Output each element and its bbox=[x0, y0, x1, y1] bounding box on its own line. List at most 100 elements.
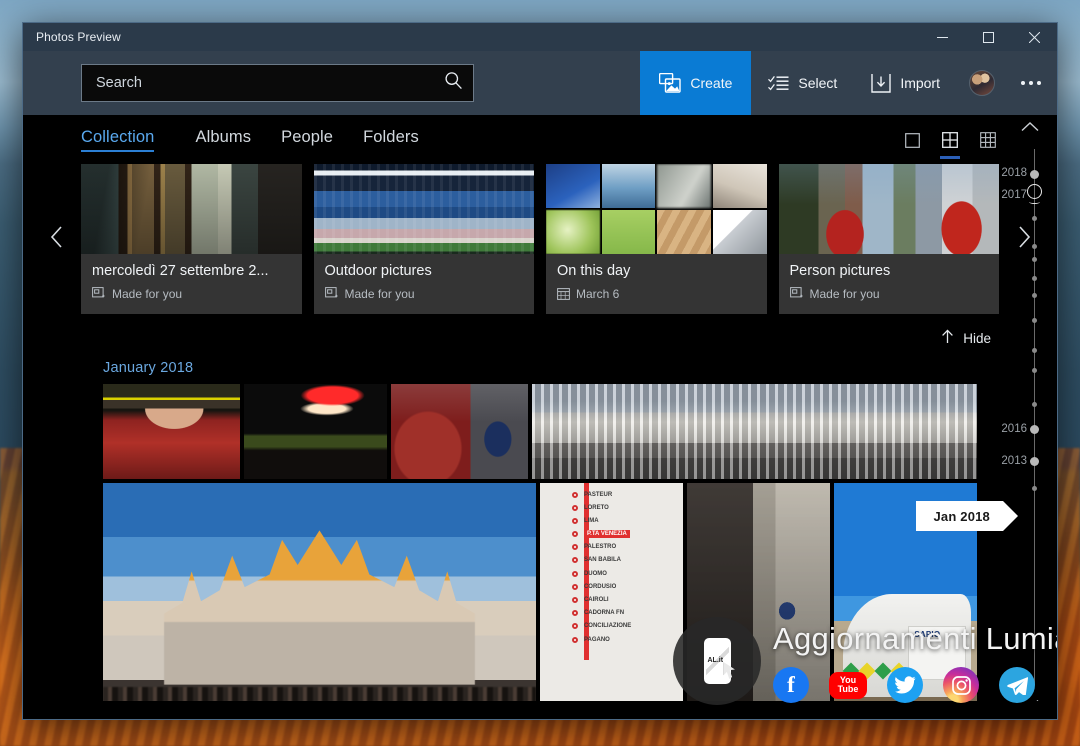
medium-grid-view-button[interactable] bbox=[935, 125, 965, 159]
square-icon bbox=[904, 132, 920, 148]
scrubber-tick bbox=[1032, 368, 1037, 373]
photo-duomo-sunset[interactable] bbox=[103, 483, 536, 719]
memory-card[interactable]: mercoledì 27 settembre 2... Made for you bbox=[81, 164, 302, 314]
select-label: Select bbox=[798, 75, 838, 91]
small-grid-view-button[interactable] bbox=[973, 125, 1003, 155]
scrubber-year-2018[interactable]: 2018 bbox=[1001, 167, 1027, 179]
carousel-prev-button[interactable] bbox=[39, 213, 73, 265]
more-options-button[interactable] bbox=[1007, 51, 1055, 115]
pivot-tabs: Collection Albums People Folders bbox=[23, 115, 1057, 161]
search-box[interactable]: Search bbox=[81, 64, 474, 102]
metro-station: LIMA bbox=[540, 514, 683, 527]
metro-station: SAN BABILA bbox=[540, 554, 683, 567]
scrubber-tick bbox=[1030, 425, 1039, 434]
scrubber-tick bbox=[1032, 276, 1037, 281]
memory-card[interactable]: On this day March 6 bbox=[546, 164, 767, 314]
photo-man-red-jacket[interactable] bbox=[103, 384, 241, 479]
tab-albums[interactable]: Albums bbox=[180, 128, 266, 152]
search-icon bbox=[444, 71, 463, 95]
scrubber-tick bbox=[1032, 318, 1037, 323]
chevron-left-icon bbox=[50, 225, 63, 253]
import-label: Import bbox=[900, 75, 940, 91]
tab-people[interactable]: People bbox=[266, 128, 348, 152]
card-thumbnail bbox=[778, 164, 999, 254]
scrubber-year-2016[interactable]: 2016 bbox=[1001, 423, 1027, 435]
scrubber-track[interactable]: 2018 2017 2016 2013 bbox=[1001, 141, 1057, 693]
metro-map-content: PASTEUR LORETO LIMA P.TA VENEZIA PALESTR… bbox=[539, 483, 683, 719]
import-button[interactable]: Import bbox=[854, 51, 957, 115]
create-button[interactable]: Create bbox=[640, 51, 752, 115]
view-mode-switcher bbox=[897, 125, 1003, 159]
photo-grid-row bbox=[103, 384, 977, 479]
import-icon bbox=[871, 73, 892, 93]
grid-2x2-icon bbox=[942, 132, 958, 148]
metro-station: CORDUSIO bbox=[540, 580, 683, 593]
card-thumbnail bbox=[546, 164, 767, 254]
create-label: Create bbox=[690, 75, 733, 91]
metro-station: CONCILIAZIONE bbox=[540, 620, 683, 633]
timeline-tooltip-label: Jan 2018 bbox=[933, 508, 990, 524]
scrubber-year-2013[interactable]: 2013 bbox=[1001, 455, 1027, 467]
minimize-button[interactable] bbox=[919, 23, 965, 51]
window-title: Photos Preview bbox=[36, 30, 121, 44]
command-bar: Search Create Select Import bbox=[23, 51, 1057, 115]
hide-label: Hide bbox=[963, 330, 991, 346]
card-subtitle: March 6 bbox=[576, 286, 620, 301]
single-view-button[interactable] bbox=[897, 125, 927, 155]
photo-red-coat-street[interactable] bbox=[391, 384, 529, 479]
scrubber-tick bbox=[1030, 457, 1039, 466]
card-subtitle: Made for you bbox=[809, 286, 880, 301]
scrubber-tick bbox=[1032, 216, 1037, 221]
content-area: Collection Albums People Folders mercole… bbox=[23, 115, 1057, 719]
tab-collection[interactable]: Collection bbox=[81, 128, 169, 152]
scrubber-tick bbox=[1032, 486, 1037, 491]
card-title: On this day bbox=[557, 263, 631, 279]
maximize-button[interactable] bbox=[965, 23, 1011, 51]
scrubber-up-button[interactable] bbox=[1003, 115, 1057, 141]
metro-station: DUOMO bbox=[540, 567, 683, 580]
scrubber-rail bbox=[1034, 149, 1035, 685]
hide-button[interactable]: Hide bbox=[933, 325, 999, 351]
scrubber-tick bbox=[1032, 257, 1037, 262]
tab-folders[interactable]: Folders bbox=[348, 128, 434, 152]
timeline-scrubber[interactable]: 2018 2017 2016 2013 bbox=[1001, 115, 1057, 719]
sapio-label: SAPIO bbox=[914, 629, 941, 639]
card-meta: On this day March 6 bbox=[546, 254, 767, 314]
account-button[interactable] bbox=[957, 51, 1007, 115]
metro-station: CAIROLI bbox=[540, 593, 683, 606]
close-button[interactable] bbox=[1011, 23, 1057, 51]
card-title: Person pictures bbox=[789, 263, 891, 279]
photo-grid-row: PASTEUR LORETO LIMA P.TA VENEZIA PALESTR… bbox=[103, 483, 977, 719]
photo-milan-metro-map[interactable]: PASTEUR LORETO LIMA P.TA VENEZIA PALESTR… bbox=[539, 483, 683, 719]
card-title: Outdoor pictures bbox=[324, 263, 432, 279]
search-input[interactable]: Search bbox=[96, 75, 444, 91]
memory-card[interactable]: Person pictures Made for you bbox=[778, 164, 1000, 314]
month-heading: January 2018 bbox=[103, 360, 194, 376]
chevron-up-icon bbox=[1021, 119, 1039, 137]
photos-app-window: Photos Preview Search Create Select Impo… bbox=[22, 22, 1058, 720]
metro-station: PASTEUR bbox=[540, 488, 683, 501]
photo-duomo-crowd-wide[interactable] bbox=[532, 384, 977, 479]
window-controls bbox=[919, 23, 1057, 51]
metro-station: PALESTRO bbox=[540, 541, 683, 554]
ellipsis-icon bbox=[1021, 81, 1025, 85]
command-bar-actions: Create Select Import bbox=[640, 51, 1055, 115]
photo-wooden-door[interactable] bbox=[686, 483, 830, 719]
carousel-cards: mercoledì 27 settembre 2... Made for you bbox=[81, 164, 999, 314]
card-subtitle-row: Made for you bbox=[324, 286, 524, 301]
hazard-placards bbox=[842, 662, 962, 699]
photo-neon-sign-lontu[interactable] bbox=[244, 384, 388, 479]
memory-card[interactable]: Outdoor pictures Made for you bbox=[313, 164, 534, 314]
scrubber-tick bbox=[1030, 170, 1039, 179]
timeline-tooltip: Jan 2018 bbox=[916, 501, 1018, 531]
card-subtitle-row: March 6 bbox=[557, 287, 756, 301]
creation-icon bbox=[324, 287, 339, 300]
timeline-handle[interactable] bbox=[1027, 184, 1042, 204]
select-button[interactable]: Select bbox=[751, 51, 854, 115]
card-subtitle: Made for you bbox=[344, 286, 415, 301]
card-meta: Person pictures Made for you bbox=[779, 254, 1000, 314]
card-thumbnail bbox=[81, 164, 302, 254]
card-subtitle-row: Made for you bbox=[789, 286, 989, 301]
scrubber-year-2017[interactable]: 2017 bbox=[1001, 189, 1027, 201]
avatar-icon bbox=[969, 70, 995, 96]
